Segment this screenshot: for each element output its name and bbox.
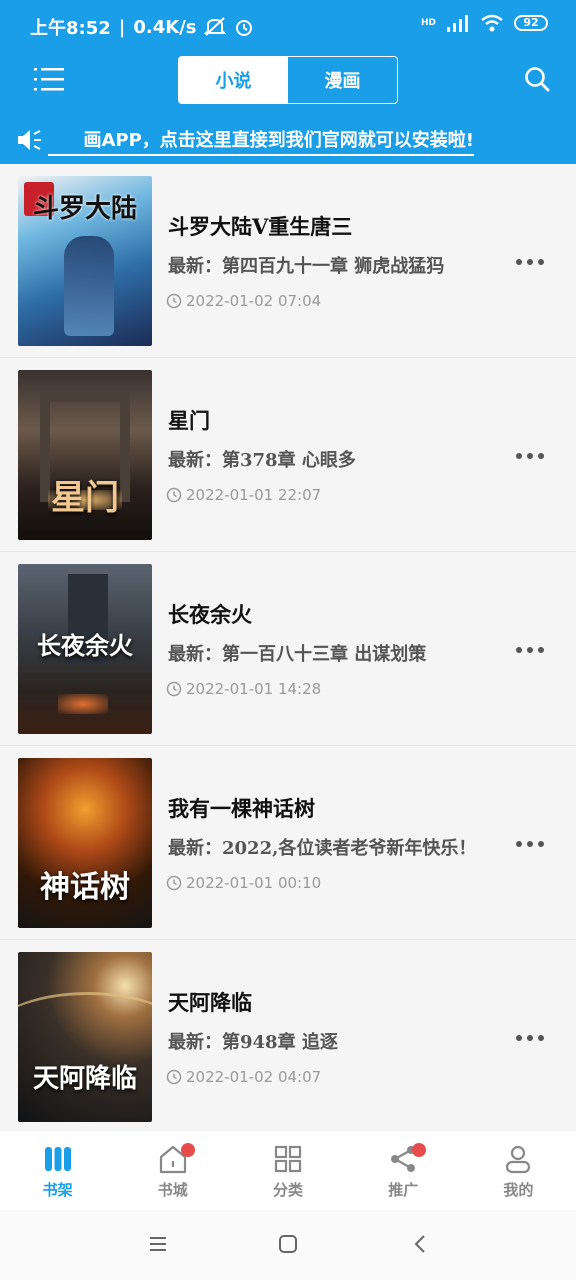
tab-category[interactable]: 分类 (230, 1131, 345, 1210)
latest-chapter: 最新：第一百八十三章 出谋划策 (168, 644, 427, 665)
wifi-icon (481, 14, 503, 32)
status-time: 上午8:52 (30, 18, 111, 39)
tab-bookstore[interactable]: 书城 (115, 1131, 230, 1210)
book-title: 斗罗大陆V重生唐三 (168, 214, 353, 239)
clock-icon (166, 681, 182, 697)
top-bar: 小说 漫画 (0, 54, 576, 106)
tab-novel[interactable]: 小说 (179, 57, 288, 103)
tab-promote[interactable]: 推广 (346, 1131, 461, 1210)
list-item[interactable]: 神话树 我有一棵神话树 最新：2022,各位读者老爷新年快乐！ 2022-01-… (0, 746, 576, 940)
update-time: 2022-01-02 07:04 (186, 292, 322, 310)
tab-mine[interactable]: 我的 (461, 1131, 576, 1210)
more-icon[interactable] (516, 446, 548, 466)
list-item[interactable]: 天阿降临 天阿降临 最新：第948章 追逐 2022-01-02 04:07 (0, 940, 576, 1130)
user-icon (506, 1145, 531, 1174)
app-header: 上午8:52 | 0.4K/s HD 92 小说 漫画 画APP，点击这里直接到… (0, 0, 576, 164)
book-title: 长夜余火 (168, 602, 252, 627)
notice-banner[interactable]: 画APP，点击这里直接到我们官网就可以安装啦! (0, 122, 576, 158)
signal-icon (447, 15, 468, 32)
clock-icon (166, 293, 182, 309)
tab-label: 书城 (157, 1181, 188, 1199)
status-speed: 0.4K/s (133, 16, 197, 38)
latest-chapter: 最新：第378章 心眼多 (168, 450, 356, 471)
content-type-switch: 小说 漫画 (178, 56, 398, 104)
more-icon[interactable] (516, 252, 548, 272)
book-title: 我有一棵神话树 (168, 796, 315, 821)
book-cover: 神话树 (18, 758, 152, 928)
more-icon[interactable] (516, 834, 548, 854)
menu-icon[interactable] (34, 66, 64, 92)
book-cover: 天阿降临 (18, 952, 152, 1122)
tab-label: 我的 (503, 1181, 534, 1199)
bookshelf-icon (44, 1147, 71, 1171)
book-cover: 斗罗大陆 (18, 176, 152, 346)
tab-label: 分类 (273, 1181, 304, 1199)
system-nav-bar (0, 1210, 576, 1280)
latest-chapter: 最新：第四百九十一章 狮虎战猛犸 (168, 256, 445, 277)
clock-icon (166, 487, 182, 503)
more-icon[interactable] (516, 1028, 548, 1048)
notice-text: 画APP，点击这里直接到我们官网就可以安装啦! (83, 130, 474, 151)
tab-label: 书架 (42, 1181, 73, 1199)
recent-apps-icon[interactable] (148, 1234, 168, 1254)
status-bar: 上午8:52 | 0.4K/s HD 92 (0, 0, 576, 52)
update-time: 2022-01-01 22:07 (186, 486, 322, 504)
grid-icon (274, 1145, 302, 1173)
book-title: 星门 (168, 408, 210, 433)
home-nav-icon[interactable] (278, 1234, 298, 1254)
update-time: 2022-01-01 14:28 (186, 680, 322, 698)
clock-icon (166, 1069, 182, 1085)
battery-indicator: 92 (514, 15, 548, 31)
latest-chapter: 最新：2022,各位读者老爷新年快乐！ (168, 838, 477, 859)
book-cover: 长夜余火 (18, 564, 152, 734)
latest-chapter: 最新：第948章 追逐 (168, 1032, 338, 1053)
notification-badge (411, 1143, 426, 1157)
list-item[interactable]: 长夜余火 长夜余火 最新：第一百八十三章 出谋划策 2022-01-01 14:… (0, 552, 576, 746)
tab-comic[interactable]: 漫画 (288, 57, 397, 103)
notification-badge (181, 1143, 196, 1157)
more-icon[interactable] (516, 640, 548, 660)
tab-bookshelf[interactable]: 书架 (0, 1131, 115, 1210)
mute-icon (204, 17, 227, 36)
search-icon[interactable] (524, 66, 550, 92)
book-title: 天阿降临 (168, 990, 252, 1015)
bottom-tab-bar: 书架 书城 分类 推广 我的 (0, 1130, 576, 1210)
back-icon[interactable] (410, 1234, 430, 1254)
speaker-icon (18, 130, 41, 150)
update-time: 2022-01-01 00:10 (186, 874, 322, 892)
book-cover: 星门 (18, 370, 152, 540)
tab-label: 推广 (388, 1181, 419, 1199)
clock-icon (166, 875, 182, 891)
update-time: 2022-01-02 04:07 (186, 1068, 322, 1086)
alarm-icon (236, 20, 253, 36)
list-item[interactable]: 星门 星门 最新：第378章 心眼多 2022-01-01 22:07 (0, 358, 576, 552)
bookshelf-list: 斗罗大陆 斗罗大陆V重生唐三 最新：第四百九十一章 狮虎战猛犸 2022-01-… (0, 164, 576, 1130)
list-item[interactable]: 斗罗大陆 斗罗大陆V重生唐三 最新：第四百九十一章 狮虎战猛犸 2022-01-… (0, 164, 576, 358)
network-hd-label: HD (420, 18, 436, 28)
